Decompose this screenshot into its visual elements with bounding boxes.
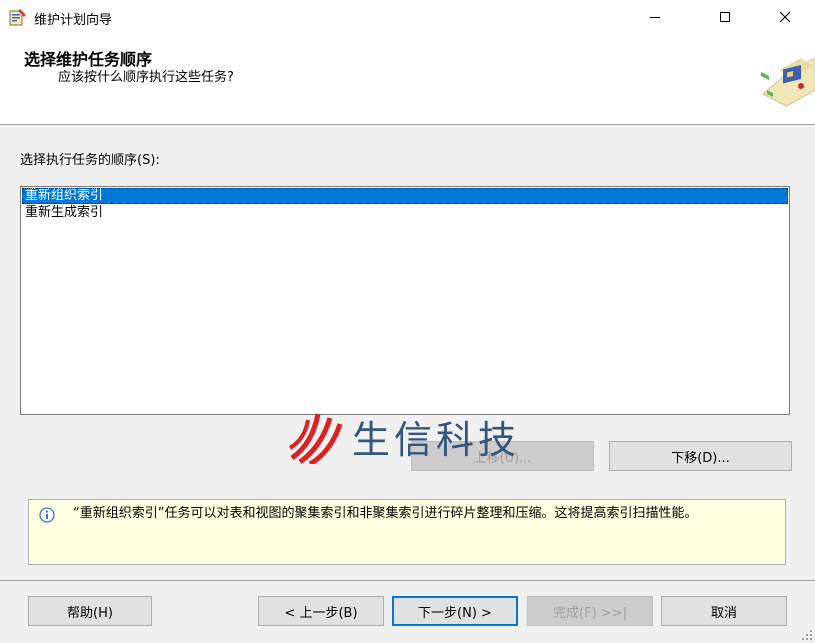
minimize-icon xyxy=(650,17,660,18)
wizard-app-icon xyxy=(9,9,26,26)
list-item-reorganize-index[interactable]: 重新组织索引 xyxy=(22,188,788,204)
footer-divider xyxy=(0,580,815,581)
list-item-rebuild-index[interactable]: 重新生成索引 xyxy=(22,205,788,221)
close-icon xyxy=(779,11,791,23)
close-button[interactable] xyxy=(762,0,808,34)
cancel-button[interactable]: 取消 xyxy=(661,596,787,626)
resize-grip-icon[interactable] xyxy=(801,629,813,641)
finish-button[interactable]: 完成(F) >>| xyxy=(527,596,653,626)
maximize-icon xyxy=(720,12,730,22)
back-button[interactable]: < 上一步(B) xyxy=(258,596,384,626)
info-description: “重新组织索引”任务可以对表和视图的聚集索引和非聚集索引进行碎片整理和压缩。这将… xyxy=(73,506,698,521)
watermark: 生信科技 xyxy=(288,408,558,464)
page-subtitle: 应该按什么顺序执行这些任务? xyxy=(58,70,234,85)
maximize-button[interactable] xyxy=(702,0,748,34)
minimize-button[interactable] xyxy=(632,0,678,34)
window-title: 维护计划向导 xyxy=(34,13,113,28)
next-button[interactable]: 下一步(N) > xyxy=(392,596,518,626)
move-down-button[interactable]: 下移(D)... xyxy=(609,441,792,471)
task-order-list[interactable]: 重新组织索引 重新生成索引 xyxy=(20,186,790,415)
wizard-header: 选择维护任务顺序 应该按什么顺序执行这些任务? xyxy=(0,34,815,125)
info-panel: “重新组织索引”任务可以对表和视图的聚集索引和非聚集索引进行碎片整理和压缩。这将… xyxy=(28,499,786,565)
task-order-label: 选择执行任务的顺序(S): xyxy=(20,153,160,168)
watermark-text: 生信科技 xyxy=(352,417,521,462)
help-button[interactable]: 帮助(H) xyxy=(28,596,152,626)
info-icon xyxy=(39,507,55,523)
wizard-graphic xyxy=(761,57,815,107)
title-bar: 维护计划向导 xyxy=(0,0,815,34)
watermark-logo-icon xyxy=(288,413,343,464)
